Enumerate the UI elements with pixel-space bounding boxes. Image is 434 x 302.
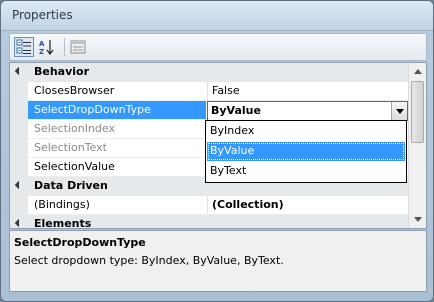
property-pages-button[interactable] [68,37,88,57]
svg-text:Z: Z [39,48,44,56]
svg-text:A: A [39,40,45,48]
properties-window: Properties A Z Behavior ClosesBrowser Fa… [0,0,434,302]
scroll-down-icon[interactable] [409,211,426,228]
alphabetical-button[interactable]: A Z [37,37,57,57]
row-closes-browser[interactable]: ClosesBrowser False [10,82,408,101]
collapse-icon[interactable] [14,66,24,76]
dropdown-option-selected[interactable]: ByValue [207,142,405,161]
title-bar[interactable]: Properties [1,1,433,31]
property-pages-icon [70,40,86,54]
property-value[interactable]: (Collection) [207,196,408,215]
category-label: Elements [34,217,92,229]
select-dropdown-type-combo[interactable]: ByValue [207,101,408,121]
property-name: ClosesBrowser [28,82,206,101]
property-name: (Bindings) [28,196,206,215]
category-label: Behavior [34,65,90,78]
category-behavior[interactable]: Behavior [10,63,408,82]
toolbar-separator [64,38,65,56]
window-title: Properties [12,8,73,22]
categorized-icon [16,39,31,54]
collapse-icon[interactable] [14,180,24,190]
scroll-thumb[interactable] [411,81,424,143]
description-pane: SelectDropDownType Select dropdown type:… [9,230,427,292]
dropdown-option[interactable]: ByText [207,162,405,181]
dropdown-arrow-icon[interactable] [391,102,407,120]
description-title: SelectDropDownType [14,236,146,249]
property-value[interactable]: False [207,82,408,101]
dropdown-option[interactable]: ByIndex [207,122,405,141]
combo-value: ByValue [211,104,261,117]
collapse-icon[interactable] [14,218,24,228]
categorized-button[interactable] [14,37,34,57]
property-name-selected: SelectDropDownType [28,101,206,120]
scroll-up-icon[interactable] [409,63,426,80]
property-name: SelectionIndex [28,120,206,139]
row-bindings[interactable]: (Bindings) (Collection) [10,196,408,215]
description-text: Select dropdown type: ByIndex, ByValue, … [14,254,284,267]
toolbar: A Z [9,33,427,61]
alphabetical-sort-icon: A Z [39,40,54,56]
vertical-scrollbar[interactable] [408,63,426,228]
property-name: SelectionValue [28,158,206,177]
dropdown-list: ByIndex ByValue ByText [205,120,407,183]
category-elements[interactable]: Elements [10,215,408,229]
property-name: SelectionText [28,139,206,158]
